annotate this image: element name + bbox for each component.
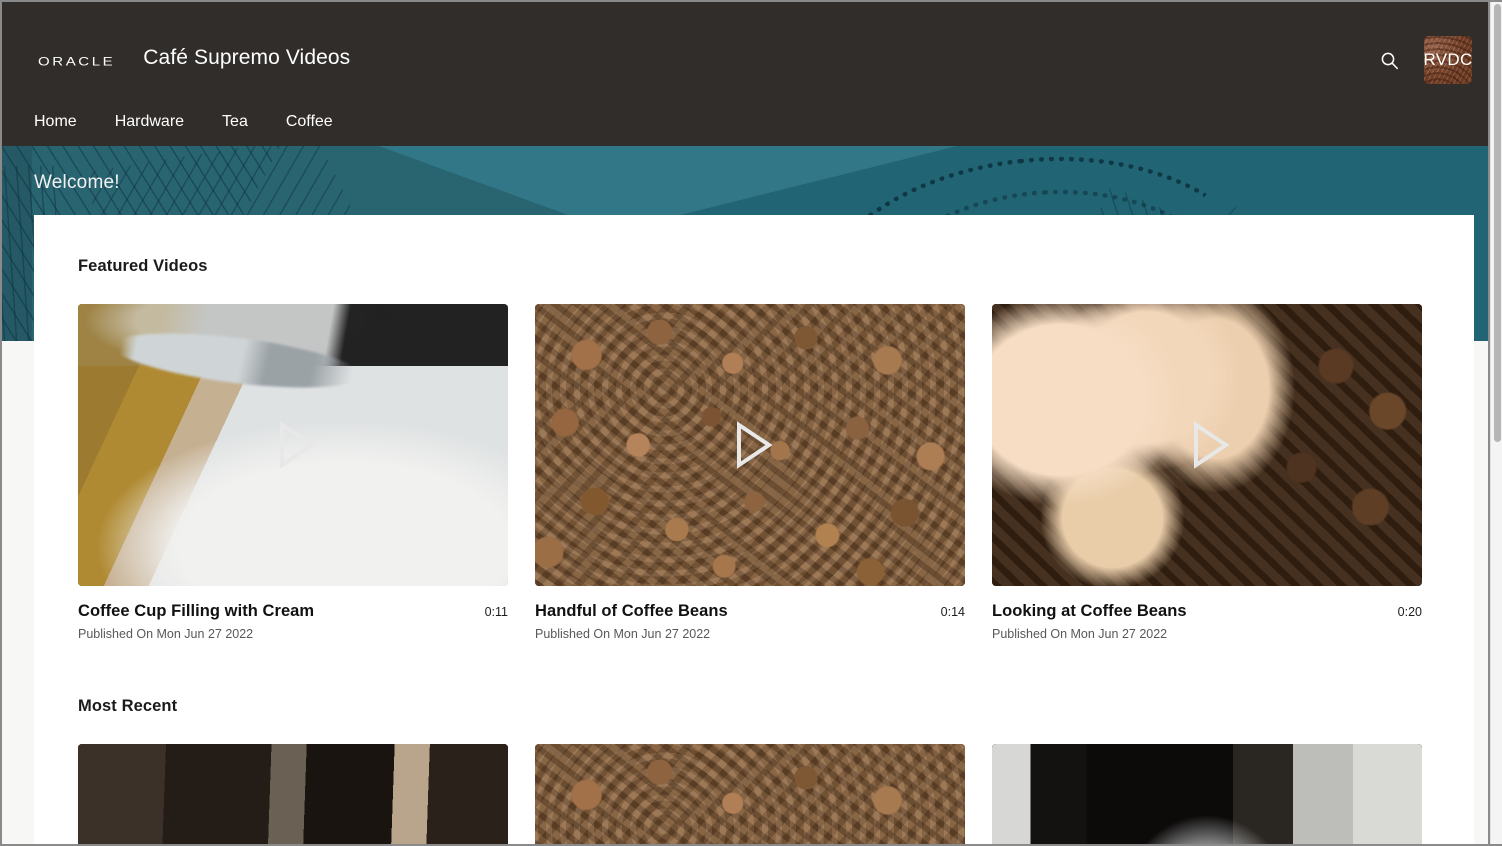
header-actions: RVDC xyxy=(1372,36,1472,84)
page-title: Café Supremo Videos xyxy=(143,46,351,69)
video-title: Handful of Coffee Beans xyxy=(535,602,728,620)
search-icon[interactable] xyxy=(1372,43,1406,77)
thumbnail-image xyxy=(535,304,965,586)
header-top-row: ORACLE Café Supremo Videos RVDC xyxy=(2,2,1494,98)
video-published-date: Published On Mon Jun 27 2022 xyxy=(992,627,1168,641)
video-thumbnail[interactable] xyxy=(535,744,965,844)
browser-viewport: ORACLE Café Supremo Videos RVDC Home Har… xyxy=(0,0,1502,846)
video-duration: 0:14 xyxy=(940,605,965,619)
video-card[interactable] xyxy=(992,744,1422,844)
video-title: Looking at Coffee Beans xyxy=(992,602,1187,620)
nav-item-hardware[interactable]: Hardware xyxy=(113,107,186,137)
section-title-featured: Featured Videos xyxy=(78,257,208,275)
thumbnail-image xyxy=(78,304,508,586)
avatar-initials: RVDC xyxy=(1424,50,1472,69)
video-published-date: Published On Mon Jun 27 2022 xyxy=(78,627,254,641)
video-card[interactable]: Looking at Coffee Beans 0:20 Published O… xyxy=(992,304,1422,641)
video-meta-row: Handful of Coffee Beans 0:14 xyxy=(535,602,965,621)
nav-item-home[interactable]: Home xyxy=(32,107,79,137)
video-card[interactable]: Handful of Coffee Beans 0:14 Published O… xyxy=(535,304,965,641)
video-thumbnail[interactable] xyxy=(78,744,508,844)
featured-videos-grid: Coffee Cup Filling with Cream 0:11 Publi… xyxy=(78,304,1430,641)
video-duration: 0:11 xyxy=(484,605,508,619)
video-meta-row: Looking at Coffee Beans 0:20 xyxy=(992,602,1422,621)
video-card[interactable] xyxy=(535,744,965,844)
video-card[interactable]: Coffee Cup Filling with Cream 0:11 Publi… xyxy=(78,304,508,641)
video-title: Coffee Cup Filling with Cream xyxy=(78,602,315,620)
main-navigation: Home Hardware Tea Coffee xyxy=(2,98,1494,146)
thumbnail-image xyxy=(78,744,508,844)
video-thumbnail[interactable] xyxy=(535,304,965,586)
video-published-date: Published On Mon Jun 27 2022 xyxy=(535,627,711,641)
welcome-title: Welcome! xyxy=(34,172,120,193)
content-card: Featured Videos Coffee Cup Filling with … xyxy=(34,215,1474,844)
nav-item-tea[interactable]: Tea xyxy=(220,107,250,137)
most-recent-videos-grid xyxy=(78,744,1430,844)
video-thumbnail[interactable] xyxy=(992,744,1422,844)
thumbnail-image xyxy=(992,744,1422,844)
scrollbar-thumb[interactable] xyxy=(1494,4,1501,442)
video-card[interactable] xyxy=(78,744,508,844)
vertical-scrollbar[interactable] xyxy=(1490,2,1502,844)
video-thumbnail[interactable] xyxy=(992,304,1422,586)
app-header: ORACLE Café Supremo Videos RVDC Home Har… xyxy=(2,2,1494,146)
oracle-logo: ORACLE xyxy=(38,55,116,69)
thumbnail-image xyxy=(992,304,1422,586)
section-title-most-recent: Most Recent xyxy=(78,697,178,715)
video-thumbnail[interactable] xyxy=(78,304,508,586)
nav-item-coffee[interactable]: Coffee xyxy=(284,107,335,137)
video-meta-row: Coffee Cup Filling with Cream 0:11 xyxy=(78,602,508,621)
video-duration: 0:20 xyxy=(1397,605,1422,619)
avatar[interactable]: RVDC xyxy=(1424,36,1472,84)
brand: ORACLE Café Supremo Videos xyxy=(38,46,350,70)
thumbnail-image xyxy=(535,744,965,844)
